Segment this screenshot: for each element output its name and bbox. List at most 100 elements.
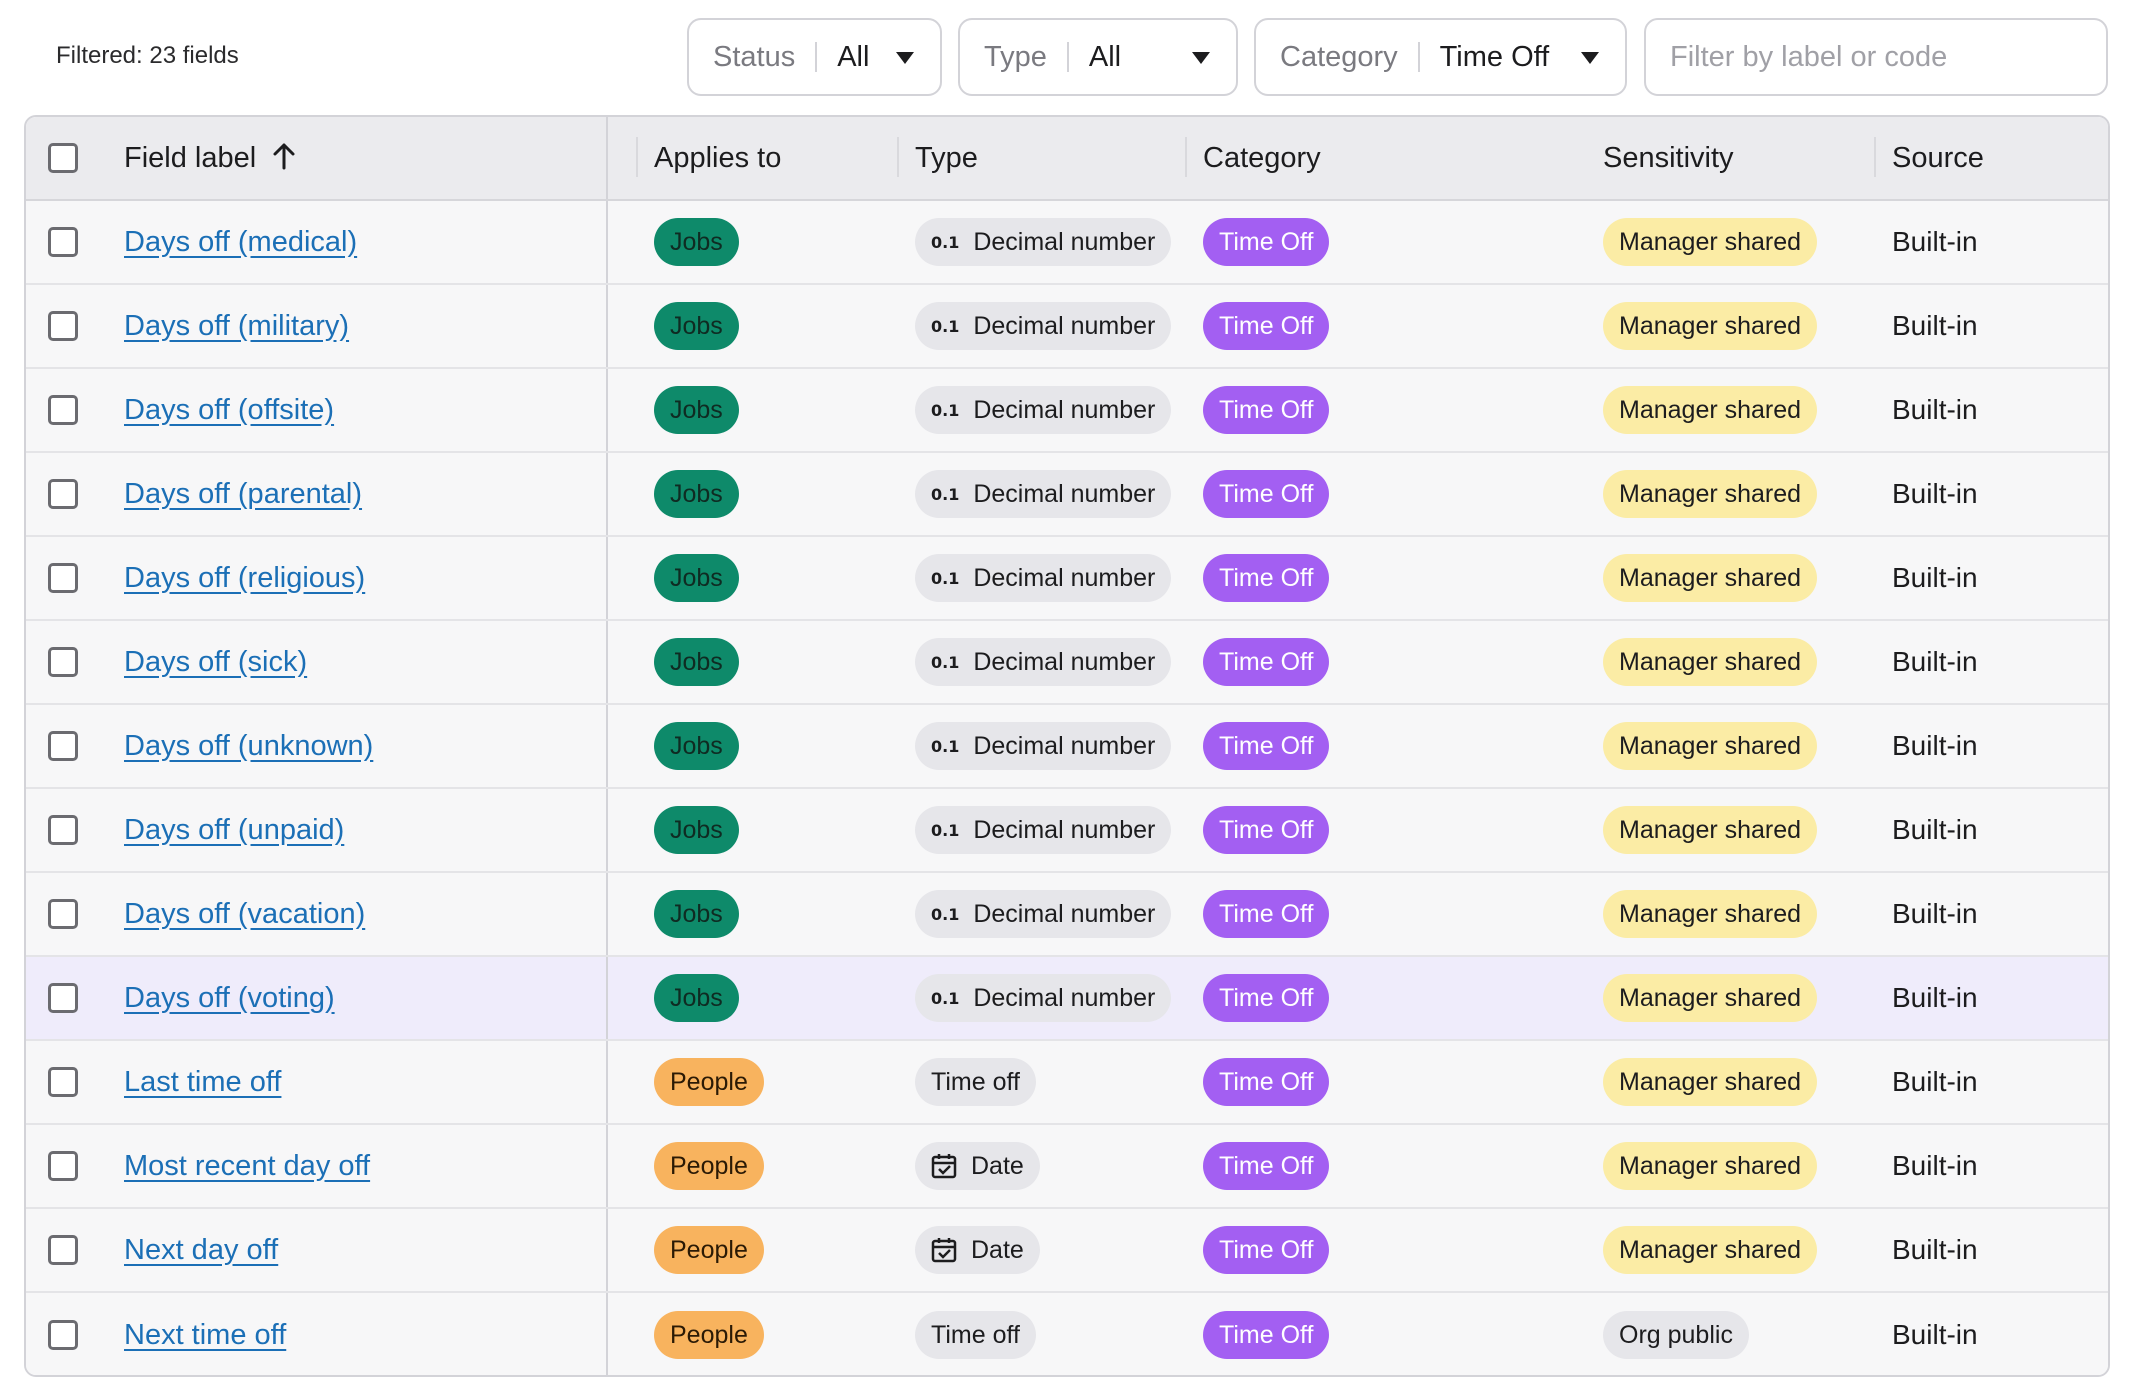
row-checkbox[interactable] — [48, 647, 78, 677]
sensitivity-badge: Manager shared — [1603, 1058, 1818, 1106]
row-checkbox[interactable] — [48, 311, 78, 341]
source-text: Built-in — [1892, 814, 1978, 845]
field-label-link[interactable]: Most recent day off — [124, 1150, 370, 1183]
column-divider — [606, 705, 608, 787]
type-badge-text: Decimal number — [973, 731, 1156, 760]
source-cell: Built-in — [1892, 369, 1978, 451]
sensitivity-cell: Manager shared — [1603, 1209, 1818, 1291]
column-divider — [606, 873, 608, 955]
header-field-label[interactable]: Field label — [124, 117, 296, 199]
field-label-link[interactable]: Days off (military) — [124, 310, 349, 343]
select-all-checkbox[interactable] — [48, 143, 78, 173]
type-badge-text: Decimal number — [973, 311, 1156, 340]
category-filter-dropdown[interactable]: Category Time Off — [1254, 18, 1627, 96]
row-checkbox[interactable] — [48, 1067, 78, 1097]
header-category-text: Category — [1203, 141, 1321, 174]
source-text: Built-in — [1892, 394, 1978, 425]
calendar-icon — [931, 1237, 957, 1263]
source-cell: Built-in — [1892, 285, 1978, 367]
field-label-link[interactable]: Days off (unpaid) — [124, 814, 344, 847]
caret-down-icon — [1581, 52, 1599, 64]
field-label-link[interactable]: Days off (parental) — [124, 478, 362, 511]
column-divider — [606, 621, 608, 703]
source-cell: Built-in — [1892, 1125, 1978, 1207]
field-label-link[interactable]: Next day off — [124, 1234, 278, 1267]
status-filter-dropdown[interactable]: Status All — [687, 18, 942, 96]
row-checkbox[interactable] — [48, 899, 78, 929]
applies-to-cell: People — [654, 1293, 764, 1375]
applies-to-badge: Jobs — [654, 470, 739, 518]
type-badge: 0.1 Decimal number — [915, 638, 1172, 686]
applies-to-cell: People — [654, 1209, 764, 1291]
row-checkbox[interactable] — [48, 563, 78, 593]
category-cell: Time Off — [1203, 201, 1330, 283]
type-badge: 0.1 Decimal number — [915, 302, 1172, 350]
row-checkbox[interactable] — [48, 395, 78, 425]
type-filter-label: Type — [984, 40, 1047, 73]
field-label-link[interactable]: Next time off — [124, 1319, 286, 1352]
source-cell: Built-in — [1892, 873, 1978, 955]
type-badge-text: Decimal number — [973, 899, 1156, 928]
field-label-cell: Most recent day off — [124, 1125, 370, 1207]
category-badge: Time Off — [1203, 1226, 1330, 1274]
field-label-link[interactable]: Days off (medical) — [124, 226, 357, 259]
field-label-link[interactable]: Last time off — [124, 1066, 281, 1099]
category-badge: Time Off — [1203, 722, 1330, 770]
header-type[interactable]: Type — [915, 117, 978, 199]
sensitivity-cell: Manager shared — [1603, 873, 1818, 955]
decimal-number-icon: 0.1 — [931, 904, 960, 924]
field-label-link[interactable]: Days off (vacation) — [124, 898, 365, 931]
header-applies-to[interactable]: Applies to — [654, 117, 781, 199]
type-cell: 0.1 Decimal number — [915, 705, 1172, 787]
type-badge-text: Decimal number — [973, 227, 1156, 256]
field-label-cell: Days off (sick) — [124, 621, 307, 703]
type-cell: Date — [915, 1125, 1040, 1207]
row-checkbox[interactable] — [48, 1320, 78, 1350]
header-category[interactable]: Category — [1203, 117, 1321, 199]
sensitivity-badge: Manager shared — [1603, 722, 1818, 770]
applies-to-badge: Jobs — [654, 302, 739, 350]
sensitivity-badge: Manager shared — [1603, 554, 1818, 602]
type-filter-dropdown[interactable]: Type All — [958, 18, 1238, 96]
row-checkbox-cell — [48, 957, 78, 1039]
row-checkbox[interactable] — [48, 479, 78, 509]
row-checkbox-cell — [48, 789, 78, 871]
filtered-count: Filtered: 23 fields — [56, 42, 239, 69]
applies-to-badge: Jobs — [654, 554, 739, 602]
header-sensitivity-text: Sensitivity — [1603, 141, 1734, 174]
type-cell: 0.1 Decimal number — [915, 453, 1172, 535]
source-text: Built-in — [1892, 1234, 1978, 1265]
field-label-cell: Days off (religious) — [124, 537, 365, 619]
header-sensitivity[interactable]: Sensitivity — [1603, 117, 1734, 199]
type-badge: Date — [915, 1226, 1040, 1274]
source-cell: Built-in — [1892, 957, 1978, 1039]
type-cell: Time off — [915, 1293, 1036, 1375]
row-checkbox[interactable] — [48, 1235, 78, 1265]
decimal-number-icon: 0.1 — [931, 316, 960, 336]
source-cell: Built-in — [1892, 789, 1978, 871]
field-label-link[interactable]: Days off (unknown) — [124, 730, 373, 763]
category-cell: Time Off — [1203, 537, 1330, 619]
row-checkbox[interactable] — [48, 731, 78, 761]
field-label-cell: Days off (military) — [124, 285, 349, 367]
header-source[interactable]: Source — [1892, 117, 1984, 199]
decimal-number-icon: 0.1 — [931, 484, 960, 504]
filter-search-input[interactable] — [1644, 18, 2108, 96]
category-badge: Time Off — [1203, 218, 1330, 266]
header-separator — [897, 137, 899, 177]
column-divider — [606, 201, 608, 283]
row-checkbox[interactable] — [48, 815, 78, 845]
field-label-link[interactable]: Days off (religious) — [124, 562, 365, 595]
category-badge: Time Off — [1203, 890, 1330, 938]
category-badge: Time Off — [1203, 974, 1330, 1022]
applies-to-cell: Jobs — [654, 873, 739, 955]
field-label-cell: Next day off — [124, 1209, 278, 1291]
table-row: Most recent day off People Date Time Off… — [26, 1125, 2108, 1209]
row-checkbox[interactable] — [48, 983, 78, 1013]
row-checkbox[interactable] — [48, 227, 78, 257]
field-label-link[interactable]: Days off (sick) — [124, 646, 307, 679]
field-label-cell: Next time off — [124, 1293, 286, 1375]
row-checkbox[interactable] — [48, 1151, 78, 1181]
field-label-link[interactable]: Days off (offsite) — [124, 394, 334, 427]
field-label-link[interactable]: Days off (voting) — [124, 982, 335, 1015]
